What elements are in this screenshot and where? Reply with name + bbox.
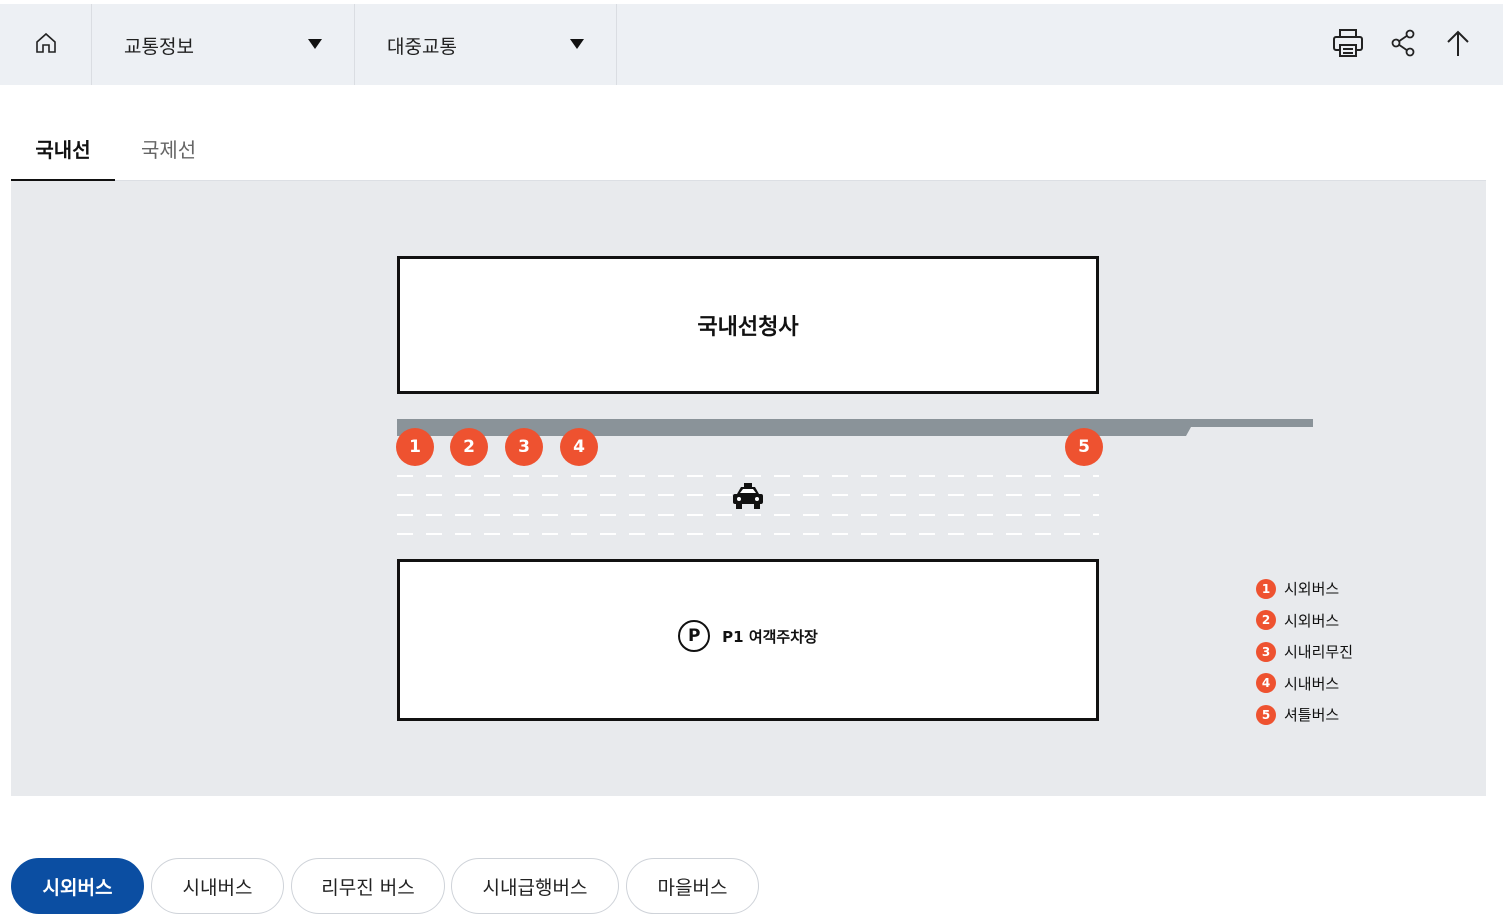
terminal-label: 국내선청사 (697, 315, 799, 340)
parking-label: P1 여객주차장 (722, 627, 818, 646)
share-icon (1390, 29, 1416, 61)
bus-stop-5[interactable]: 5 (1065, 428, 1103, 466)
legend-item: 4 시내버스 (1256, 668, 1353, 700)
home-button[interactable] (0, 4, 92, 85)
legend-label: 셔틀버스 (1284, 706, 1340, 725)
bus-stop-4[interactable]: 4 (560, 428, 598, 466)
chevron-down-icon (308, 39, 322, 49)
legend-item: 1 시외버스 (1256, 573, 1353, 605)
subcategory-dropdown[interactable]: 대중교통 (355, 4, 617, 85)
domestic-terminal-building: 국내선청사 (397, 256, 1099, 394)
print-icon (1332, 28, 1364, 62)
chip-limousine-bus[interactable]: 리무진 버스 (291, 858, 445, 914)
legend-number: 5 (1256, 704, 1276, 725)
legend-label: 시내리무진 (1284, 643, 1354, 662)
parking-lot-p1: P P1 여객주차장 (397, 559, 1099, 721)
taxi-icon (731, 482, 765, 516)
terminal-tabs: 국내선 국제선 (11, 120, 1486, 181)
legend-item: 5 셔틀버스 (1256, 699, 1353, 731)
legend-number: 3 (1256, 641, 1276, 662)
legend-label: 시내버스 (1284, 674, 1340, 693)
legend-item: 3 시내리무진 (1256, 636, 1353, 668)
top-bar: 교통정보 대중교통 (0, 4, 1503, 85)
share-button[interactable] (1386, 28, 1420, 62)
tab-domestic[interactable]: 국내선 (11, 134, 115, 181)
arrow-up-icon (1446, 29, 1470, 61)
tab-international[interactable]: 국제선 (141, 134, 196, 163)
parking-icon: P (678, 620, 711, 652)
map-legend: 1 시외버스 2 시외버스 3 시내리무진 4 시내버스 5 셔틀버스 (1256, 573, 1353, 731)
bus-stop-2[interactable]: 2 (450, 428, 488, 466)
legend-label: 시외버스 (1284, 611, 1340, 630)
bus-stop-3[interactable]: 3 (505, 428, 543, 466)
home-icon (34, 31, 58, 59)
subcategory-dropdown-label: 대중교통 (387, 36, 457, 58)
bus-stop-1[interactable]: 1 (396, 428, 434, 466)
chip-intercity-bus[interactable]: 시외버스 (11, 858, 144, 914)
chip-village-bus[interactable]: 마을버스 (626, 858, 759, 914)
legend-number: 4 (1256, 673, 1276, 694)
legend-number: 1 (1256, 578, 1276, 599)
chip-express-city-bus[interactable]: 시내급행버스 (451, 858, 619, 914)
chevron-down-icon (570, 39, 584, 49)
category-dropdown[interactable]: 교통정보 (92, 4, 355, 85)
legend-number: 2 (1256, 610, 1276, 631)
chip-city-bus[interactable]: 시내버스 (151, 858, 284, 914)
category-dropdown-label: 교통정보 (124, 36, 194, 58)
transport-map: 국내선청사 1 2 3 4 5 P P1 여객주차장 1 시외버스 2 시외버스 (11, 181, 1486, 796)
scroll-top-button[interactable] (1441, 28, 1475, 62)
print-button[interactable] (1331, 28, 1365, 62)
legend-label: 시외버스 (1284, 580, 1340, 599)
legend-item: 2 시외버스 (1256, 605, 1353, 637)
